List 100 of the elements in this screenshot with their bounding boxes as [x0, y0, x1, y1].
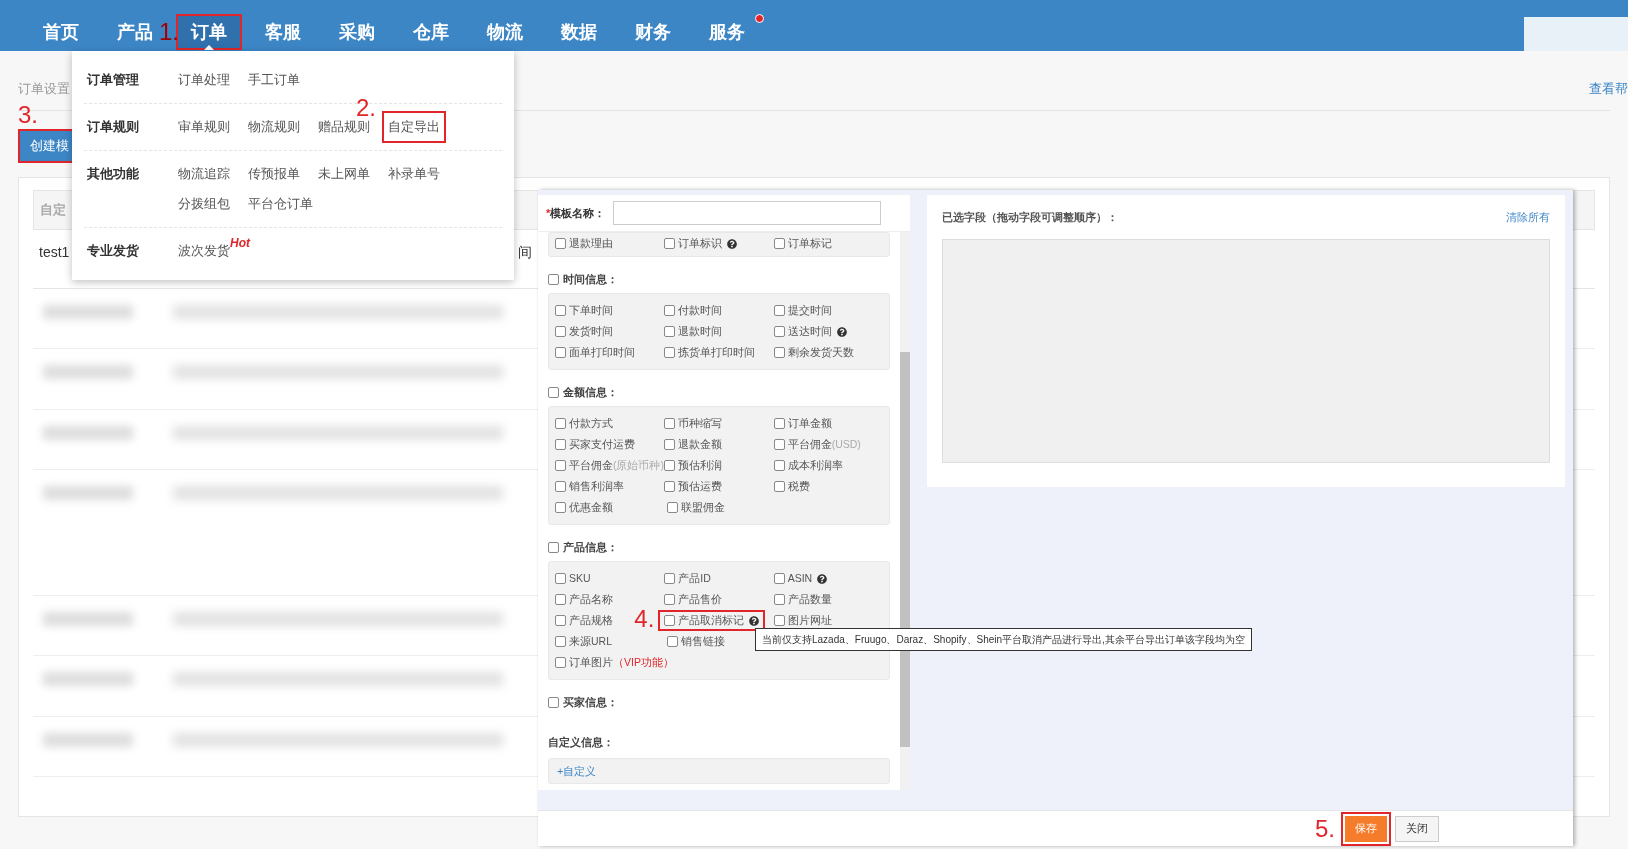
field-option[interactable]: ASIN [773, 570, 828, 587]
checkbox[interactable] [773, 305, 785, 316]
checkbox[interactable] [664, 418, 676, 429]
checkbox[interactable] [773, 460, 785, 471]
nav-tab[interactable]: 财务 [631, 14, 675, 50]
menu-item[interactable]: 赠品规则 [318, 117, 370, 137]
field-option[interactable]: 来源URL [555, 633, 612, 650]
nav-tab[interactable]: 产品 [113, 14, 157, 50]
field-option[interactable]: 订单标识 [664, 235, 738, 252]
checkbox[interactable] [664, 573, 676, 584]
close-button[interactable]: 关闭 [1395, 815, 1439, 842]
nav-tab[interactable]: 数据 [557, 14, 601, 50]
menu-item[interactable]: 手工订单 [248, 70, 300, 90]
checkbox[interactable] [555, 418, 566, 429]
checkbox[interactable] [773, 439, 785, 450]
field-option[interactable]: 退款金额 [664, 436, 723, 453]
checkbox[interactable] [555, 439, 566, 450]
checkbox[interactable] [773, 481, 785, 492]
field-option[interactable]: 付款时间 [664, 302, 723, 319]
nav-tab[interactable]: 服务 [705, 14, 749, 50]
nav-tab[interactable]: 首页 [39, 14, 83, 50]
field-option[interactable]: 送达时间 [773, 323, 847, 340]
field-option[interactable]: 产品数量 [773, 591, 832, 608]
field-option[interactable]: 产品名称 [555, 591, 613, 608]
field-option[interactable]: 销售利润率 [555, 478, 624, 495]
field-option[interactable]: 销售链接 [667, 633, 725, 650]
menu-item[interactable]: 传预报单 [248, 164, 300, 184]
checkbox[interactable] [555, 238, 566, 249]
field-option[interactable]: 币种缩写 [664, 415, 723, 432]
checkbox[interactable] [664, 481, 676, 492]
checkbox[interactable] [667, 636, 678, 647]
menu-item[interactable]: 补录单号 [388, 164, 440, 184]
checkbox[interactable] [548, 386, 559, 398]
field-option[interactable]: 退款时间 [664, 323, 723, 340]
checkbox[interactable] [664, 326, 676, 337]
field-option[interactable]: 面单打印时间 [555, 344, 635, 361]
checkbox[interactable] [664, 460, 676, 471]
field-option[interactable]: 平台佣金(原始币种) [555, 457, 664, 474]
checkbox[interactable] [773, 615, 785, 626]
nav-tab[interactable]: 仓库 [409, 14, 453, 50]
nav-tab[interactable]: 客服 [261, 14, 305, 50]
field-option[interactable]: 订单标记 [773, 235, 832, 252]
nav-tab[interactable]: 采购 [335, 14, 379, 50]
checkbox[interactable] [664, 238, 676, 249]
field-option[interactable]: 订单金额 [773, 415, 832, 432]
nav-tab[interactable]: 订单 [176, 14, 242, 50]
nav-tab[interactable]: 物流 [483, 14, 527, 50]
field-option[interactable]: 联盟佣金 [667, 499, 725, 516]
field-option[interactable]: 图片网址 [773, 612, 832, 629]
field-option[interactable]: 平台佣金(USD) [773, 436, 861, 453]
checkbox[interactable] [555, 460, 566, 471]
field-option[interactable]: SKU [555, 570, 591, 587]
field-option[interactable]: 剩余发货天数 [773, 344, 854, 361]
checkbox[interactable] [664, 439, 676, 450]
field-option[interactable]: 成本利润率 [773, 457, 843, 474]
checkbox[interactable] [664, 615, 676, 626]
field-option[interactable]: 优惠金额 [555, 499, 613, 516]
checkbox[interactable] [664, 347, 676, 358]
field-option[interactable]: 产品售价 [664, 591, 723, 608]
checkbox[interactable] [555, 657, 566, 668]
add-custom-link[interactable]: +自定义 [557, 762, 597, 780]
field-option[interactable]: 拣货单打印时间 [664, 344, 756, 361]
checkbox[interactable] [773, 594, 785, 605]
field-option[interactable]: 下单时间 [555, 302, 613, 319]
field-option[interactable]: 预估利润 [664, 457, 723, 474]
field-option[interactable]: 发货时间 [555, 323, 613, 340]
clear-all-link[interactable]: 清除所有 [1506, 208, 1550, 226]
field-option[interactable]: 税费 [773, 478, 810, 495]
checkbox[interactable] [667, 502, 678, 513]
checkbox[interactable] [555, 573, 566, 584]
menu-item[interactable]: 未上网单 [318, 164, 370, 184]
field-option[interactable]: 产品ID [664, 570, 711, 587]
checkbox[interactable] [555, 615, 566, 626]
checkbox[interactable] [773, 418, 785, 429]
checkbox[interactable] [548, 273, 559, 285]
checkbox[interactable] [548, 541, 559, 553]
checkbox[interactable] [773, 326, 785, 337]
checkbox[interactable] [555, 305, 566, 316]
checkbox[interactable] [664, 594, 676, 605]
field-option[interactable]: 退款理由 [555, 235, 613, 252]
menu-item[interactable]: 订单处理 [178, 70, 230, 90]
menu-item[interactable]: 分拨组包 [178, 194, 230, 214]
checkbox[interactable] [555, 326, 566, 337]
field-option[interactable]: 付款方式 [555, 415, 613, 432]
field-option[interactable]: 订单图片（VIP功能） [555, 654, 674, 671]
field-option[interactable]: 产品规格 [555, 612, 613, 629]
checkbox[interactable] [773, 573, 785, 584]
checkbox[interactable] [555, 502, 566, 513]
checkbox[interactable] [773, 347, 785, 358]
checkbox[interactable] [555, 481, 566, 492]
checkbox[interactable] [555, 347, 566, 358]
checkbox[interactable] [555, 636, 566, 647]
help-link[interactable]: 查看帮 [1589, 78, 1628, 98]
menu-item[interactable]: 物流追踪 [178, 164, 230, 184]
checkbox[interactable] [555, 594, 566, 605]
checkbox[interactable] [548, 696, 559, 708]
template-name-input[interactable] [613, 201, 882, 225]
checkbox[interactable] [664, 305, 676, 316]
menu-item[interactable]: 平台仓订单 [248, 194, 313, 214]
menu-item[interactable]: 物流规则 [248, 117, 300, 137]
